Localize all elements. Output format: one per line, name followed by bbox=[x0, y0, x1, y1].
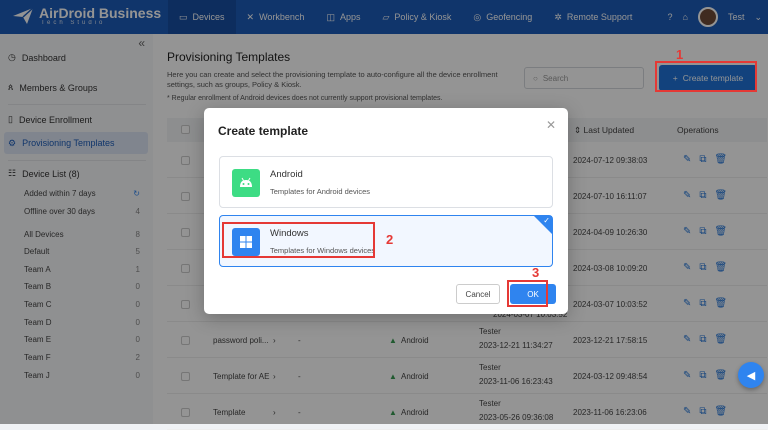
floating-back-button[interactable]: ◀ bbox=[738, 362, 764, 388]
dialog-title: Create template bbox=[218, 124, 309, 138]
annotation-box-ok bbox=[507, 280, 548, 307]
check-icon: ✓ bbox=[543, 216, 550, 225]
back-arrow-icon: ◀ bbox=[746, 369, 756, 382]
cancel-button[interactable]: Cancel bbox=[456, 284, 500, 304]
annotation-step-1: 1 bbox=[676, 47, 684, 62]
annotation-step-2: 2 bbox=[386, 232, 394, 247]
annotation-step-3: 3 bbox=[532, 265, 540, 280]
option-name: Android bbox=[270, 169, 303, 180]
android-icon bbox=[232, 169, 260, 197]
annotation-box-windows bbox=[222, 222, 375, 258]
option-desc: Templates for Android devices bbox=[270, 187, 371, 196]
annotation-box-create bbox=[655, 61, 757, 92]
option-android[interactable]: Android Templates for Android devices bbox=[219, 156, 553, 208]
close-icon[interactable]: ✕ bbox=[546, 118, 556, 132]
